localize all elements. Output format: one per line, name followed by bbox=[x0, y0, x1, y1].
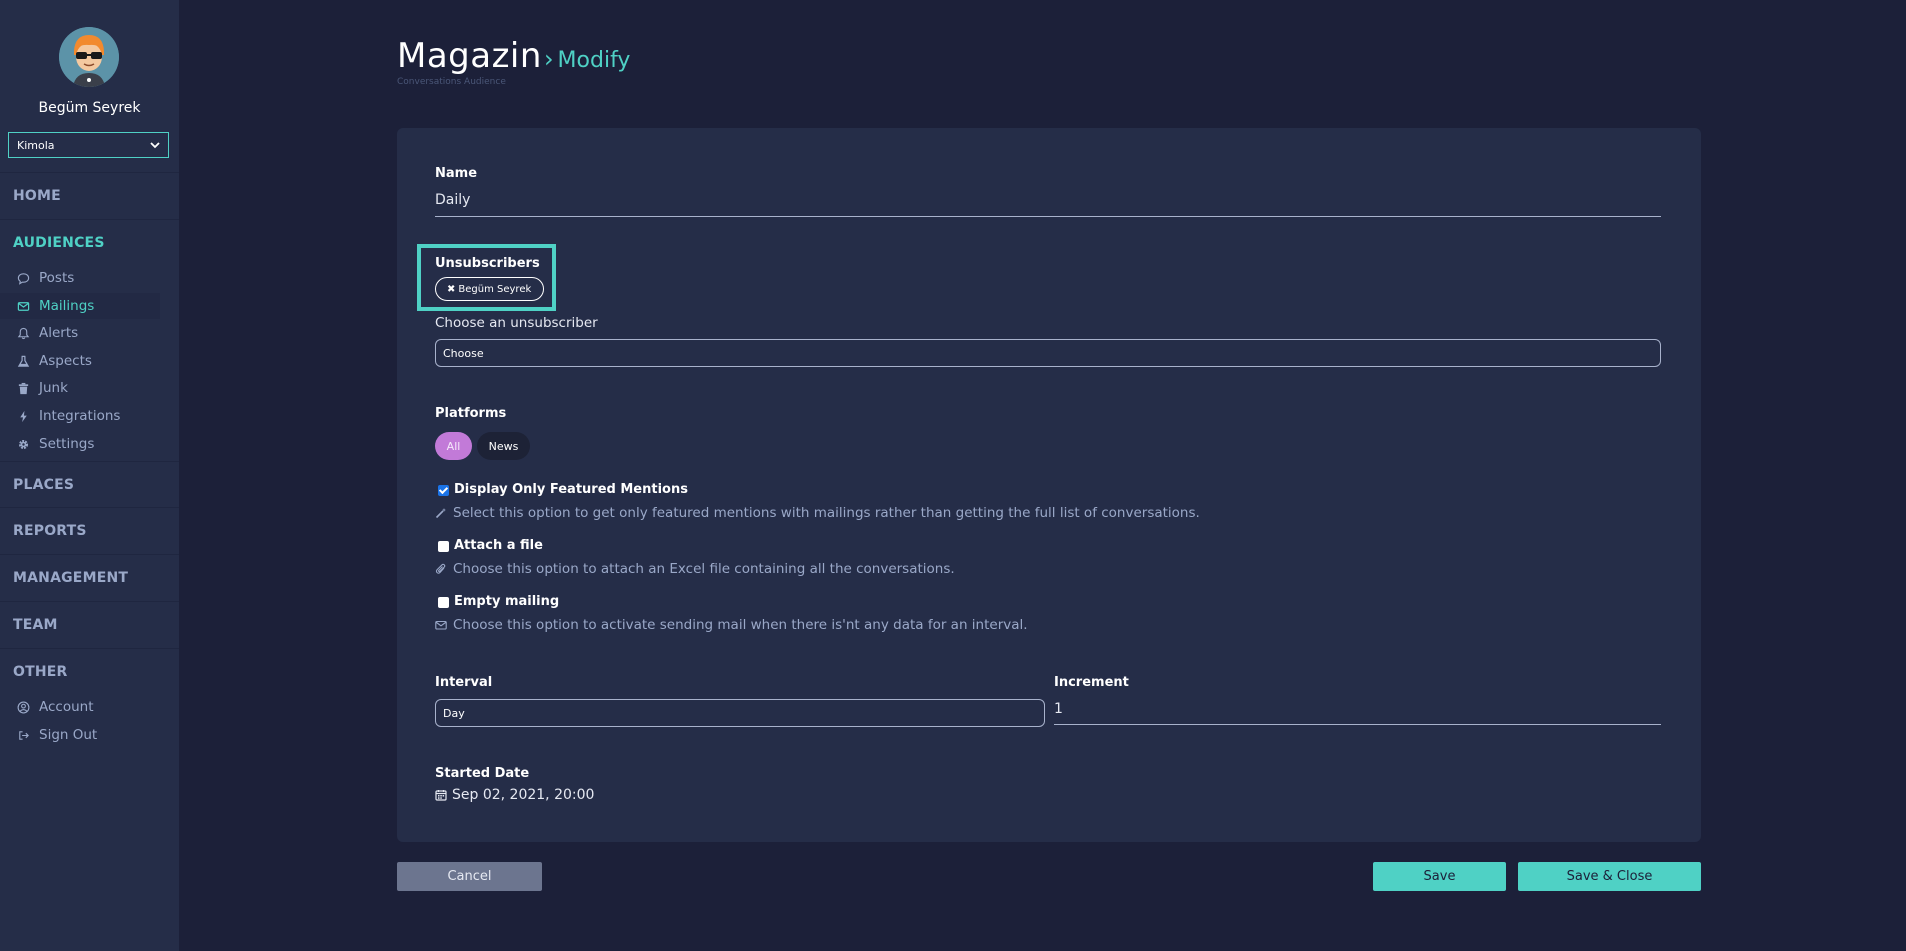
nav-section-audiences[interactable]: AUDIENCES bbox=[0, 219, 179, 266]
featured-mentions-desc: Select this option to get only featured … bbox=[435, 505, 1200, 521]
sidebar-item-sign-out[interactable]: Sign Out bbox=[0, 722, 160, 748]
gear-icon bbox=[15, 438, 31, 451]
attach-file-desc: Choose this option to attach an Excel fi… bbox=[435, 561, 955, 577]
cancel-button[interactable]: Cancel bbox=[397, 862, 542, 891]
sidebar-item-label: Aspects bbox=[39, 353, 92, 369]
sidebar-item-label: Sign Out bbox=[39, 727, 98, 743]
nav-section-reports[interactable]: REPORTS bbox=[0, 507, 179, 554]
choose-unsubscriber-label: Choose an unsubscriber bbox=[435, 315, 598, 331]
interval-label: Interval bbox=[435, 675, 493, 690]
trash-icon bbox=[15, 382, 31, 395]
started-date-label: Started Date bbox=[435, 766, 530, 781]
attach-file-title: Attach a file bbox=[454, 538, 543, 553]
nav-section-other[interactable]: OTHER bbox=[0, 648, 179, 695]
envelope-icon bbox=[15, 300, 31, 313]
name-underline bbox=[435, 216, 1661, 217]
platform-news-pill[interactable]: News bbox=[477, 432, 530, 460]
sidebar-item-alerts[interactable]: Alerts bbox=[0, 320, 160, 346]
attach-file-desc-text: Choose this option to attach an Excel fi… bbox=[453, 561, 955, 577]
save-close-button[interactable]: Save & Close bbox=[1518, 862, 1701, 891]
sidebar-item-label: Posts bbox=[39, 270, 75, 286]
chevron-down-icon bbox=[150, 139, 160, 152]
choose-unsubscriber-select[interactable]: Choose bbox=[435, 339, 1661, 367]
increment-label: Increment bbox=[1054, 675, 1129, 690]
sign-out-icon bbox=[15, 729, 31, 742]
bell-icon bbox=[15, 327, 31, 340]
empty-mailing-desc-text: Choose this option to activate sending m… bbox=[453, 617, 1028, 633]
page-title: Magazin› Modify bbox=[397, 36, 630, 76]
unsubscriber-chip-label: Begüm Seyrek bbox=[458, 283, 532, 295]
sidebar-item-mailings[interactable]: Mailings bbox=[0, 293, 160, 319]
envelope-icon bbox=[435, 619, 447, 631]
form-card: Name Daily Unsubscribers ✖ Begüm Seyrek … bbox=[397, 128, 1701, 842]
page-title-sub: Modify bbox=[557, 48, 631, 73]
nav-section-team[interactable]: TEAM bbox=[0, 601, 179, 648]
magic-wand-icon bbox=[435, 507, 447, 519]
sidebar-item-label: Alerts bbox=[39, 325, 79, 341]
calendar-icon bbox=[435, 789, 447, 801]
sidebar-item-junk[interactable]: Junk bbox=[0, 375, 160, 401]
nav-section-management[interactable]: MANAGEMENT bbox=[0, 554, 179, 601]
name-input[interactable]: Daily bbox=[435, 192, 470, 208]
nav-section-places[interactable]: PLACES bbox=[0, 461, 179, 508]
breadcrumb: Conversations Audience bbox=[397, 77, 506, 87]
user-name: Begüm Seyrek bbox=[38, 100, 141, 116]
sidebar-item-label: Account bbox=[39, 699, 94, 715]
name-label: Name bbox=[435, 166, 478, 181]
started-date-text: Sep 02, 2021, 20:00 bbox=[452, 787, 595, 803]
featured-mentions-desc-text: Select this option to get only featured … bbox=[453, 505, 1200, 521]
platforms-label: Platforms bbox=[435, 406, 507, 421]
sidebar-item-label: Mailings bbox=[39, 298, 95, 314]
sidebar: Begüm Seyrek Kimola HOME AUDIENCES Posts… bbox=[0, 0, 179, 951]
unsubscriber-chip[interactable]: ✖ Begüm Seyrek bbox=[435, 277, 545, 301]
avatar[interactable] bbox=[59, 27, 119, 87]
org-select-value: Kimola bbox=[17, 138, 55, 152]
remove-chip-icon[interactable]: ✖ bbox=[447, 284, 455, 295]
sidebar-item-label: Settings bbox=[39, 436, 95, 452]
comment-icon bbox=[15, 272, 31, 285]
empty-mailing-checkbox[interactable] bbox=[438, 597, 449, 608]
increment-input[interactable]: 1 bbox=[1054, 701, 1063, 717]
title-arrow: › bbox=[543, 45, 554, 73]
empty-mailing-title: Empty mailing bbox=[454, 594, 560, 609]
sidebar-item-label: Integrations bbox=[39, 408, 121, 424]
user-circle-icon bbox=[15, 701, 31, 714]
nav-section-home[interactable]: HOME bbox=[0, 172, 179, 219]
org-select[interactable]: Kimola bbox=[8, 132, 169, 158]
sidebar-item-account[interactable]: Account bbox=[0, 694, 160, 720]
sidebar-item-label: Junk bbox=[39, 380, 68, 396]
sidebar-item-posts[interactable]: Posts bbox=[0, 265, 160, 291]
sidebar-item-aspects[interactable]: Aspects bbox=[0, 348, 160, 374]
interval-select[interactable]: Day bbox=[435, 699, 1045, 727]
platform-all-pill[interactable]: All bbox=[435, 432, 472, 460]
sidebar-item-settings[interactable]: Settings bbox=[0, 431, 160, 457]
save-button[interactable]: Save bbox=[1373, 862, 1506, 891]
sidebar-item-integrations[interactable]: Integrations bbox=[0, 403, 160, 429]
attach-file-checkbox[interactable] bbox=[438, 541, 449, 552]
page-title-main: Magazin bbox=[397, 36, 542, 76]
started-date-value[interactable]: Sep 02, 2021, 20:00 bbox=[435, 787, 594, 803]
featured-mentions-title: Display Only Featured Mentions bbox=[454, 482, 688, 497]
unsubscribers-label: Unsubscribers bbox=[435, 256, 540, 271]
bolt-icon bbox=[15, 410, 31, 423]
empty-mailing-desc: Choose this option to activate sending m… bbox=[435, 617, 1028, 633]
paperclip-icon bbox=[435, 563, 447, 575]
featured-mentions-checkbox[interactable] bbox=[438, 485, 449, 496]
flask-icon bbox=[15, 355, 31, 368]
increment-underline bbox=[1054, 724, 1661, 725]
